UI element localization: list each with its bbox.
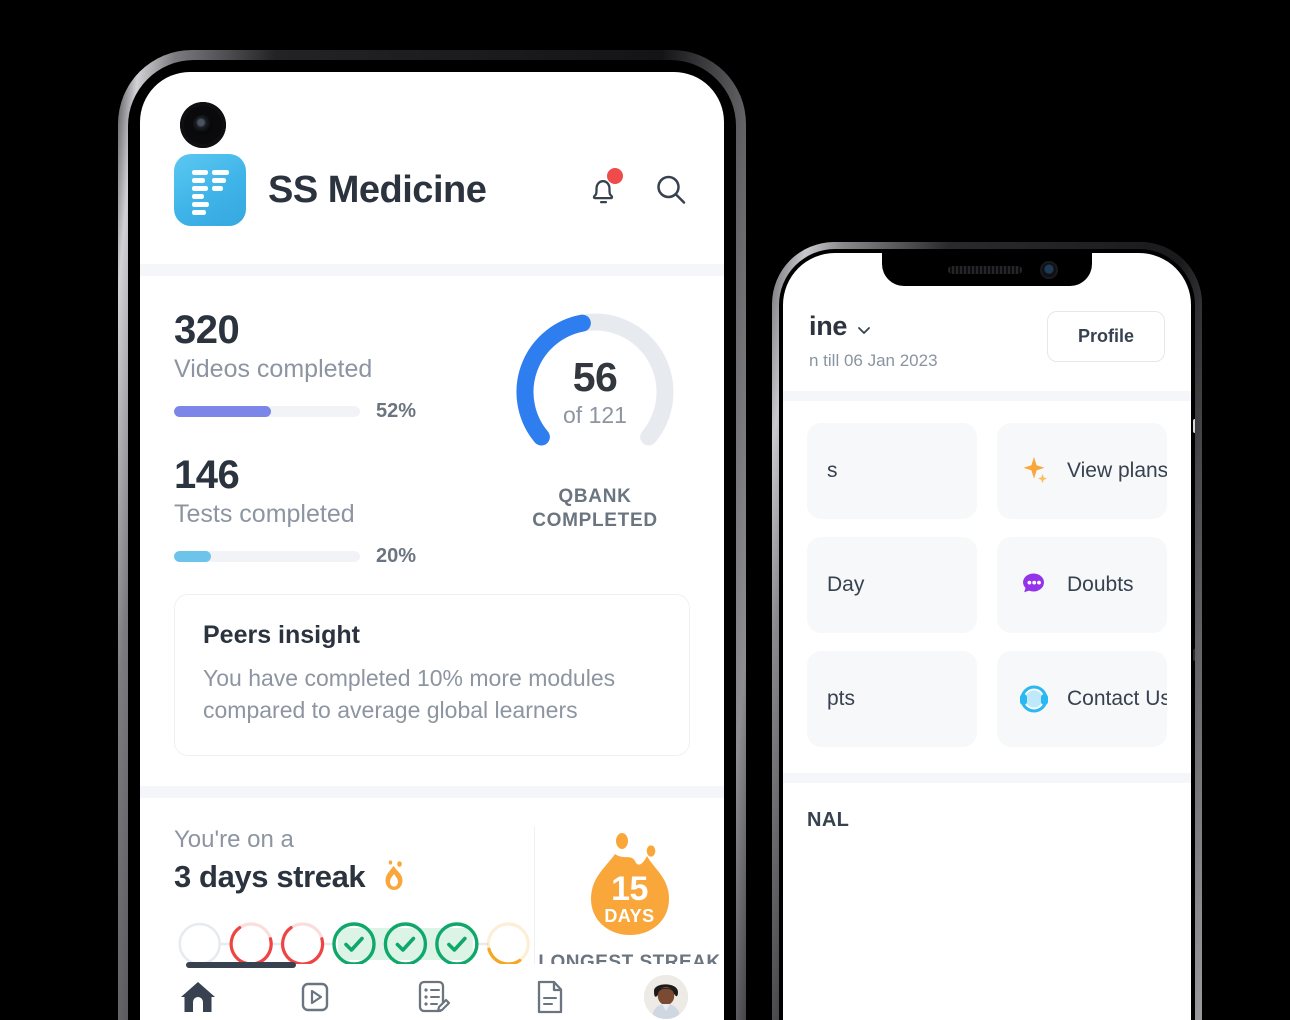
gauge-value: 56 <box>572 354 618 400</box>
avatar <box>643 975 688 1019</box>
active-tab-indicator <box>186 962 296 968</box>
nav-item-tests[interactable]: TESTS <box>490 976 607 1020</box>
phone-device-back: ine n till 06 Jan 2023 Profile s View pl… <box>772 242 1202 1020</box>
streak-day-missed <box>280 922 325 966</box>
video-icon <box>294 976 336 1018</box>
streak-headline-row: 3 days streak <box>174 858 534 897</box>
front-camera-icon <box>180 102 226 148</box>
menu-grid: s View plans Day Doubts pts Contact Us <box>783 401 1191 747</box>
nav-item-videos[interactable]: VIDEOS <box>257 976 374 1020</box>
menu-card[interactable]: s <box>807 423 977 519</box>
progress-row: 20% <box>174 545 500 568</box>
streak-headline: 3 days streak <box>174 859 366 895</box>
notification-badge <box>607 168 623 184</box>
progress-track <box>174 405 360 417</box>
avatar-icon <box>643 975 688 1019</box>
chat-bubble-icon <box>1017 568 1051 602</box>
bottom-navigation: HOME VIDEOS <box>140 962 724 1020</box>
menu-card[interactable]: pts <box>807 651 977 747</box>
menu-card-label: View plans <box>1067 459 1167 482</box>
stat-value: 320 <box>174 308 240 352</box>
home-icon <box>177 976 219 1018</box>
qbank-icon <box>411 976 453 1018</box>
power-button[interactable] <box>1193 419 1195 433</box>
mockup-stage: ine n till 06 Jan 2023 Profile s View pl… <box>0 0 1290 1020</box>
streak-day-empty <box>178 922 222 966</box>
progress-fill <box>174 405 271 417</box>
menu-card-contact-us[interactable]: Contact Us <box>997 651 1167 747</box>
section-divider <box>140 785 724 798</box>
progress-row: 52% <box>174 400 500 423</box>
stats-list: 320 Videos completed 52% 146 Tests compl… <box>174 298 500 568</box>
menu-card-view-plans[interactable]: View plans <box>997 423 1167 519</box>
subscription-text: n till 06 Jan 2023 <box>809 351 938 370</box>
streak-day-pending <box>486 922 530 966</box>
profile-button[interactable]: Profile <box>1046 311 1165 362</box>
stat-caption: Videos completed <box>174 354 373 383</box>
bell-icon[interactable] <box>584 168 623 210</box>
app-bar: SS Medicine <box>140 72 724 226</box>
app-bar-actions <box>584 168 690 210</box>
stat-caption: Tests completed <box>174 499 355 528</box>
longest-streak-number: 15 <box>611 869 648 908</box>
insight-body: You have completed 10% more modules comp… <box>203 664 616 724</box>
gauge-total: of 121 <box>563 402 627 428</box>
gauge-label-line1: QBANK <box>558 486 632 507</box>
peers-insight-card: Peers insight You have completed 10% mor… <box>174 593 690 756</box>
menu-card-label: Contact Us <box>1067 687 1167 710</box>
section-divider <box>783 773 1191 783</box>
progress-percent: 52% <box>376 399 417 422</box>
course-block: ine n till 06 Jan 2023 <box>809 311 938 371</box>
earpiece-speaker-icon <box>948 266 1022 274</box>
stats-section: 320 Videos completed 52% 146 Tests compl… <box>140 276 724 568</box>
stat-tests-completed: 146 Tests completed 20% <box>174 453 500 568</box>
progress-track <box>174 550 360 562</box>
streak-day-missed <box>229 922 273 966</box>
phone-back-bezel: ine n till 06 Jan 2023 Profile s View pl… <box>779 249 1195 1020</box>
menu-card-label: pts <box>827 687 856 710</box>
menu-card[interactable]: Day <box>807 537 977 633</box>
phone-back-screen: ine n till 06 Jan 2023 Profile s View pl… <box>783 253 1191 1020</box>
nav-item-me[interactable]: ME <box>607 975 724 1020</box>
nav-item-qbank[interactable]: QBANK <box>374 976 491 1020</box>
side-button[interactable] <box>1193 649 1195 661</box>
search-icon[interactable] <box>652 171 690 209</box>
qbank-gauge: 56 of 121 QBANK COMPLETED <box>500 298 690 568</box>
gauge-center-text: 56 of 121 <box>500 354 690 429</box>
menu-card-doubts[interactable]: Doubts <box>997 537 1167 633</box>
menu-card-label: Doubts <box>1067 573 1134 596</box>
gauge-label-line2: COMPLETED <box>532 509 658 531</box>
footer-section-label: NAL <box>807 809 850 831</box>
front-camera-icon <box>1040 261 1058 279</box>
app-title: SS Medicine <box>268 168 487 211</box>
gauge-label: QBANK COMPLETED <box>500 485 690 533</box>
streak-prefix: You're on a <box>174 825 294 853</box>
course-selector[interactable]: ine <box>809 311 938 342</box>
insight-title: Peers insight <box>203 620 360 649</box>
tests-icon <box>528 976 570 1018</box>
app-logo-icon <box>174 154 246 226</box>
chevron-down-icon <box>856 322 872 338</box>
progress-percent: 20% <box>376 544 417 567</box>
flame-icon <box>379 858 409 897</box>
section-divider <box>783 391 1191 401</box>
progress-fill <box>174 550 212 562</box>
sparkle-icon <box>1017 454 1051 488</box>
stat-value: 146 <box>174 452 240 497</box>
notch <box>882 253 1092 286</box>
headset-icon <box>1017 682 1051 716</box>
phone-device-front: SS Medicine 320 Videos completed 52% 146… <box>118 50 746 1020</box>
nav-item-home[interactable]: HOME <box>140 962 296 1020</box>
menu-card-label: Day <box>827 573 865 596</box>
stat-videos-completed: 320 Videos completed 52% <box>174 308 500 423</box>
course-name: ine <box>809 311 848 341</box>
section-divider <box>140 264 724 276</box>
longest-streak-unit: DAYS <box>604 905 655 926</box>
menu-card-label: s <box>827 459 838 482</box>
phone-front-screen: SS Medicine 320 Videos completed 52% 146… <box>140 72 724 1020</box>
longest-streak-flame-icon: 15 DAYS <box>575 830 685 942</box>
